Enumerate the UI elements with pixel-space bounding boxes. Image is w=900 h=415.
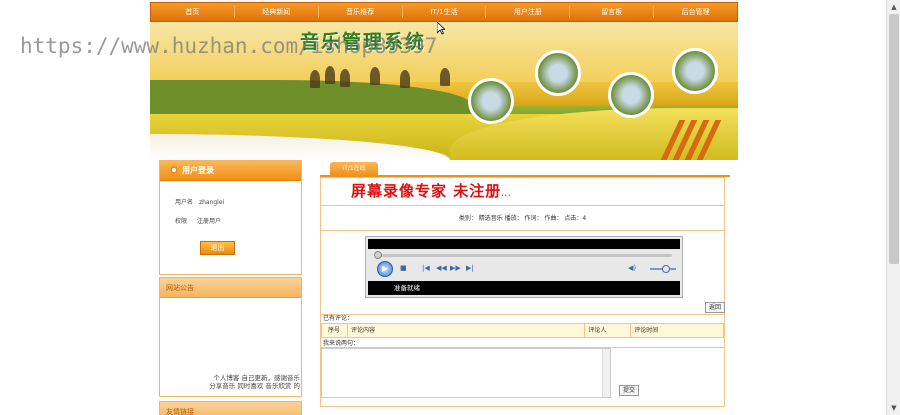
comments-label: 已有评论： bbox=[321, 314, 724, 323]
banner-photo-circle bbox=[672, 48, 718, 94]
song-info: 类别： 精选音乐 播放： 作词： 作曲： 点击：4 bbox=[321, 205, 724, 231]
logout-button[interactable]: 退出 bbox=[200, 241, 235, 255]
scroll-down-icon[interactable]: ▼ bbox=[887, 401, 900, 415]
nav-item-online[interactable]: IT/1生活 bbox=[403, 3, 486, 21]
comments-table-header: 序号 评论内容 评论人 评论时间 bbox=[321, 323, 724, 338]
player-video-area bbox=[368, 239, 680, 249]
player-controls: ▶ ■ |◀ ◀◀ ▶▶ ▶| ◀) bbox=[374, 261, 676, 277]
next-icon[interactable]: ▶| bbox=[466, 264, 474, 272]
content-panel: 屏幕录像专家 未注册... 类别： 精选音乐 播放： 作词： 作曲： 点击：4 … bbox=[320, 177, 725, 407]
tree-icon bbox=[325, 66, 335, 84]
notice-panel: 网站公告 个人博客 自己更新，感谢音乐 分享音乐 同时喜欢 音乐欣赏 的 bbox=[159, 277, 302, 397]
links-panel-title: 友情链接 bbox=[160, 402, 301, 415]
player-status: 准备就绪 bbox=[368, 281, 680, 295]
banner-photo-circle bbox=[535, 50, 581, 96]
nav-item-news[interactable]: 经典新闻 bbox=[235, 3, 318, 21]
column-header-content: 评论内容 bbox=[348, 324, 586, 337]
back-button[interactable]: 返回 bbox=[705, 302, 725, 313]
role-row: 权限 注册用户 bbox=[175, 216, 221, 225]
scroll-thumb[interactable] bbox=[889, 14, 899, 264]
textarea-scrollbar[interactable] bbox=[602, 349, 610, 397]
seek-bar[interactable] bbox=[374, 251, 672, 259]
media-player: ▶ ■ |◀ ◀◀ ▶▶ ▶| ◀) 准备就绪 bbox=[365, 236, 683, 298]
nav-item-music[interactable]: 音乐推荐 bbox=[319, 3, 402, 21]
mouse-cursor-icon bbox=[437, 22, 445, 35]
role-value: 注册用户 bbox=[196, 218, 221, 225]
rewind-icon[interactable]: ◀◀ bbox=[436, 264, 447, 272]
tab-online[interactable]: IT/1在线 bbox=[330, 162, 378, 176]
play-icon[interactable]: ▶ bbox=[377, 261, 393, 277]
notice-text: 个人博客 自己更新，感谢音乐 分享音乐 同时喜欢 音乐欣赏 的 bbox=[170, 374, 300, 390]
column-header-index: 序号 bbox=[322, 324, 348, 337]
seek-handle[interactable] bbox=[374, 251, 382, 259]
nav-item-admin[interactable]: 后台管理 bbox=[654, 3, 737, 21]
bullet-icon bbox=[170, 166, 178, 174]
nav-item-register[interactable]: 用户注册 bbox=[486, 3, 569, 21]
tree-icon bbox=[310, 70, 320, 88]
notice-panel-title: 网站公告 bbox=[160, 278, 301, 298]
tree-icon bbox=[340, 69, 350, 87]
page-scrollbar[interactable]: ▲ ▼ bbox=[886, 0, 900, 415]
login-panel: 用户登录 用户名 zhanglei 权限 注册用户 退出 bbox=[159, 160, 302, 275]
banner-photo-circle bbox=[468, 78, 514, 124]
nav-item-guestbook[interactable]: 留言板 bbox=[570, 3, 653, 21]
column-header-time: 评论时间 bbox=[634, 327, 659, 334]
previous-icon[interactable]: |◀ bbox=[422, 264, 430, 272]
fast-forward-icon[interactable]: ▶▶ bbox=[450, 264, 461, 272]
nav-item-home[interactable]: 首页 bbox=[151, 3, 234, 21]
volume-slider[interactable] bbox=[650, 265, 676, 273]
login-panel-header: 用户登录 bbox=[160, 161, 301, 181]
submit-button[interactable]: 提交 bbox=[619, 385, 639, 396]
comment-textarea[interactable] bbox=[321, 348, 611, 398]
watermark-url: https://www.huzhan.com/ishop89397 bbox=[20, 34, 438, 58]
username-row: 用户名 zhanglei bbox=[175, 197, 224, 206]
username-value: zhanglei bbox=[198, 199, 225, 206]
recorder-suffix: ... bbox=[501, 189, 512, 198]
username-label: 用户名 bbox=[175, 199, 194, 206]
notice-text-line: 分享音乐 同时喜欢 音乐欣赏 的 bbox=[209, 382, 300, 390]
scroll-up-icon[interactable]: ▲ bbox=[887, 0, 900, 14]
notice-text-line: 个人博客 自己更新，感谢音乐 bbox=[213, 374, 300, 382]
recorder-text: 屏幕录像专家 未注册 bbox=[351, 182, 502, 200]
banner-photo-circle bbox=[608, 72, 654, 118]
column-header-author: 评论人 bbox=[585, 324, 632, 337]
page: 首页 经典新闻 音乐推荐 IT/1生活 用户注册 留言板 后台管理 音乐管理系统… bbox=[0, 0, 900, 415]
role-label: 权限 bbox=[175, 218, 188, 225]
tree-icon bbox=[400, 70, 410, 88]
volume-icon[interactable]: ◀) bbox=[628, 264, 636, 272]
top-nav: 首页 经典新闻 音乐推荐 IT/1生活 用户注册 留言板 后台管理 bbox=[150, 2, 738, 22]
publish-label: 我来说两句： bbox=[321, 339, 724, 348]
tree-icon bbox=[370, 67, 380, 85]
links-panel: 友情链接 bbox=[159, 401, 302, 415]
tree-icon bbox=[440, 68, 450, 86]
recorder-watermark: 屏幕录像专家 未注册... bbox=[351, 180, 512, 201]
login-panel-title: 用户登录 bbox=[182, 166, 214, 175]
volume-handle[interactable] bbox=[662, 265, 670, 273]
stop-icon[interactable]: ■ bbox=[400, 264, 407, 272]
